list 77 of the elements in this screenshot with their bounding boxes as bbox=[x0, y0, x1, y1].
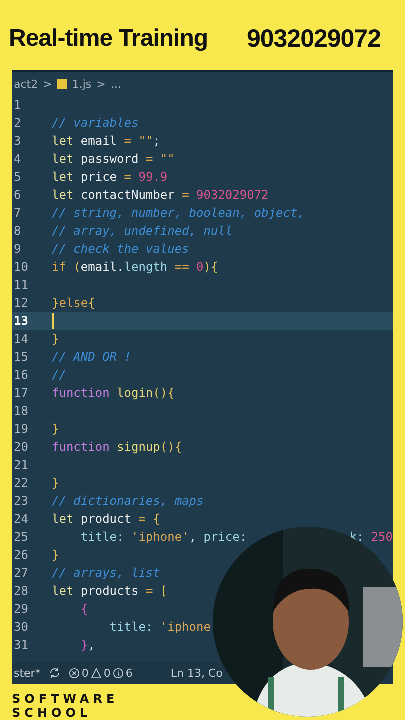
info-icon bbox=[112, 668, 124, 678]
line-number: 31 bbox=[13, 638, 30, 652]
line-number: 15 bbox=[13, 350, 30, 364]
line-number: 22 bbox=[13, 476, 30, 490]
line-number: 1 bbox=[13, 98, 22, 112]
line-number: 2 bbox=[13, 116, 22, 130]
line-number: 26 bbox=[13, 548, 30, 562]
line-number: 21 bbox=[13, 458, 30, 472]
line-number: 28 bbox=[13, 584, 30, 598]
code-text: // variables bbox=[52, 116, 139, 130]
sync-icon[interactable] bbox=[48, 667, 61, 679]
line-number: 23 bbox=[13, 494, 30, 508]
code-text: // check the values bbox=[52, 242, 190, 256]
code-text: } bbox=[52, 548, 60, 562]
line-number: 4 bbox=[13, 152, 22, 166]
code-text: let email = ""; bbox=[52, 134, 160, 148]
logo-text: SCHOOL bbox=[12, 706, 93, 720]
error-icon bbox=[68, 668, 80, 678]
breadcrumb-separator: > bbox=[96, 78, 106, 90]
line-number: 5 bbox=[13, 170, 22, 184]
code-text: }else{ bbox=[52, 296, 96, 310]
line-number: 14 bbox=[13, 332, 30, 346]
line-number: 30 bbox=[13, 620, 30, 634]
title-text: Real-time Training bbox=[9, 25, 208, 53]
code-text: // dictionaries, maps bbox=[52, 494, 204, 508]
line-number: 3 bbox=[13, 134, 22, 148]
line-number: 17 bbox=[13, 386, 30, 400]
line-number: 29 bbox=[13, 602, 30, 616]
code-text: let products = [ bbox=[52, 584, 168, 598]
line-number: 20 bbox=[13, 440, 30, 454]
code-text: // array, undefined, null bbox=[52, 224, 233, 238]
code-text: function signup(){ bbox=[52, 440, 182, 454]
code-text: } bbox=[52, 332, 60, 346]
file-icon bbox=[57, 79, 68, 89]
code-text: { bbox=[80, 602, 88, 616]
line-number: 7 bbox=[13, 206, 22, 220]
line-number: 19 bbox=[13, 422, 30, 436]
warning-count: 0 bbox=[104, 666, 111, 680]
code-text: if (email.length == 0){ bbox=[52, 260, 218, 274]
line-number: 13 bbox=[13, 314, 30, 328]
line-number: 25 bbox=[13, 530, 30, 544]
breadcrumb-item[interactable]: ... bbox=[110, 78, 122, 90]
code-text: // string, number, boolean, object, bbox=[52, 206, 305, 220]
breadcrumb-item[interactable]: 1.js bbox=[72, 78, 92, 90]
line-number: 8 bbox=[13, 224, 22, 238]
breadcrumb-separator: > bbox=[43, 78, 52, 90]
line-number: 10 bbox=[13, 260, 30, 274]
warning-icon bbox=[90, 668, 102, 678]
line-number: 11 bbox=[13, 278, 30, 292]
code-text: function login(){ bbox=[52, 386, 175, 400]
code-text: } bbox=[52, 422, 60, 436]
line-number: 27 bbox=[13, 566, 30, 580]
info-count: 6 bbox=[126, 666, 133, 680]
code-text: // bbox=[52, 368, 66, 382]
code-text: let product = { bbox=[52, 512, 160, 526]
line-number: 18 bbox=[13, 404, 30, 418]
phone-number: 9032029072 bbox=[246, 24, 381, 54]
line-number: 24 bbox=[13, 512, 30, 526]
line-number: 6 bbox=[13, 188, 22, 202]
code-text: let password = "" bbox=[52, 152, 175, 166]
line-number: 16 bbox=[13, 368, 30, 382]
code-text: // AND OR ! bbox=[52, 350, 132, 364]
text-cursor bbox=[52, 313, 54, 329]
breadcrumb-item[interactable]: act2 bbox=[14, 78, 38, 90]
code-text: // arrays, list bbox=[52, 566, 160, 580]
code-text: let price = 99.9 bbox=[52, 170, 168, 184]
line-number: 9 bbox=[13, 242, 22, 256]
code-text: } bbox=[52, 476, 60, 490]
code-text: }, bbox=[80, 638, 96, 652]
branch-label[interactable]: ster* bbox=[14, 666, 41, 680]
code-text: title: 'iphone bbox=[108, 620, 211, 634]
code-text: title: 'iphone', price: bbox=[80, 530, 248, 544]
error-count: 0 bbox=[82, 666, 89, 680]
line-number: 12 bbox=[13, 296, 30, 310]
cursor-position[interactable]: Ln 13, Co bbox=[170, 666, 223, 680]
code-text: let contactNumber = 9032029072 bbox=[52, 188, 269, 202]
logo-text: SOFTWARE bbox=[12, 692, 120, 706]
